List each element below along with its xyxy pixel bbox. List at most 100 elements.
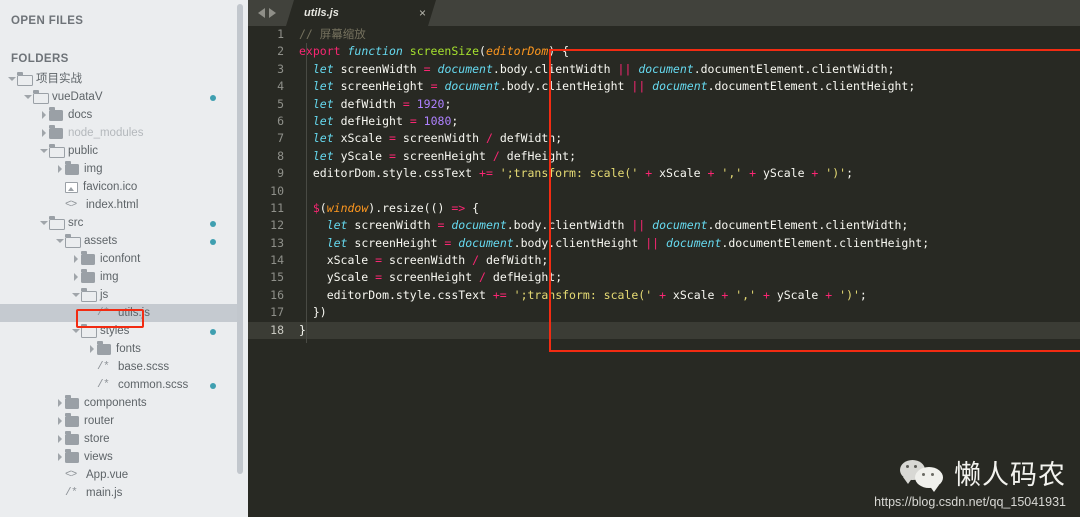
- code-editor-pane: utils.js × 1 // 屏幕缩放 2 export function scre…: [248, 0, 1080, 517]
- line-number: 10: [270, 183, 284, 198]
- code-line[interactable]: 16 editorDom.style.cssText += ';transfor…: [248, 287, 1080, 304]
- code-line[interactable]: 9 editorDom.style.cssText += ';transform…: [248, 165, 1080, 182]
- tree-item[interactable]: /* base.scss: [0, 358, 238, 376]
- chevron-right-icon[interactable]: [56, 412, 65, 430]
- tree-item-label: img: [84, 163, 103, 175]
- tree-item[interactable]: store: [0, 430, 238, 448]
- code-line-text: editorDom.style.cssText += ';transform: …: [299, 287, 867, 302]
- chevron-right-icon[interactable]: [72, 250, 81, 268]
- line-number: 15: [270, 270, 284, 285]
- chevron-right-icon[interactable]: [40, 124, 49, 142]
- code-line[interactable]: 17 }): [248, 304, 1080, 321]
- chevron-right-icon[interactable]: [56, 394, 65, 412]
- tree-item[interactable]: /* utils.js: [0, 304, 238, 322]
- tree-item[interactable]: favicon.ico: [0, 178, 238, 196]
- chevron-down-icon[interactable]: [24, 88, 33, 106]
- folder-open-icon: [17, 71, 33, 86]
- arrow-left-icon[interactable]: [258, 8, 265, 18]
- code-line[interactable]: 8 let yScale = screenHeight / defHeight;: [248, 148, 1080, 165]
- tree-item[interactable]: assets: [0, 232, 238, 250]
- line-number: 4: [277, 79, 284, 94]
- tab-nav-arrows[interactable]: [248, 0, 286, 26]
- code-line-text: let xScale = screenWidth / defWidth;: [312, 131, 563, 146]
- chevron-down-icon[interactable]: [40, 142, 49, 160]
- tree-item[interactable]: vueDataV: [0, 88, 238, 106]
- folder-open-icon: [49, 143, 65, 158]
- arrow-right-icon[interactable]: [269, 8, 276, 18]
- tree-item[interactable]: src: [0, 214, 238, 232]
- code-line-text: $(window).resize(() => {: [312, 200, 480, 215]
- tree-item[interactable]: docs: [0, 106, 238, 124]
- tree-item-label: main.js: [86, 487, 123, 499]
- no-chevron: [56, 178, 65, 196]
- chevron-down-icon[interactable]: [72, 322, 81, 340]
- tree-item[interactable]: img: [0, 268, 238, 286]
- chevron-down-icon[interactable]: [72, 286, 81, 304]
- code-line[interactable]: 18}: [248, 321, 1080, 340]
- tree-item[interactable]: node_modules: [0, 124, 238, 142]
- code-line[interactable]: 7 let xScale = screenWidth / defWidth;: [248, 130, 1080, 147]
- tree-item[interactable]: styles: [0, 322, 238, 340]
- code-line[interactable]: 10: [248, 183, 1080, 200]
- code-line-text: let screenHeight = document.body.clientH…: [312, 79, 916, 94]
- chevron-right-icon[interactable]: [40, 106, 49, 124]
- code-line-text: let screenWidth = document.body.clientWi…: [326, 218, 909, 233]
- tree-item[interactable]: <> index.html: [0, 196, 238, 214]
- code-line[interactable]: 11 $(window).resize(() => {: [248, 200, 1080, 217]
- chevron-down-icon[interactable]: [56, 232, 65, 250]
- chevron-right-icon[interactable]: [72, 268, 81, 286]
- chevron-right-icon[interactable]: [56, 430, 65, 448]
- no-chevron: [88, 304, 97, 322]
- tree-item[interactable]: img: [0, 160, 238, 178]
- code-line[interactable]: 13 let screenHeight = document.body.clie…: [248, 235, 1080, 252]
- tree-item[interactable]: fonts: [0, 340, 238, 358]
- chevron-right-icon[interactable]: [88, 340, 97, 358]
- code-line[interactable]: 4 let screenHeight = document.body.clien…: [248, 78, 1080, 95]
- tree-item[interactable]: /* main.js: [0, 484, 238, 502]
- js-file-icon: /*: [65, 487, 78, 499]
- file-sidebar: OPEN FILES FOLDERS 项目实战 vueDataV docs node_…: [0, 0, 248, 517]
- modified-dot-icon: [210, 94, 216, 101]
- close-icon[interactable]: ×: [377, 7, 426, 19]
- sidebar-scrollbar[interactable]: [237, 4, 243, 474]
- open-files-header: OPEN FILES: [11, 15, 84, 27]
- tree-item[interactable]: 项目实战: [0, 70, 238, 88]
- chevron-right-icon[interactable]: [56, 448, 65, 466]
- tree-item[interactable]: iconfont: [0, 250, 238, 268]
- folder-open-icon: [49, 215, 65, 230]
- line-number: 17: [270, 305, 284, 320]
- chevron-down-icon[interactable]: [8, 70, 17, 88]
- code-line[interactable]: 5 let defWidth = 1920;: [248, 96, 1080, 113]
- folder-closed-icon: [65, 395, 79, 409]
- html-file-icon: <>: [65, 469, 77, 481]
- tree-item-label: iconfont: [100, 253, 141, 265]
- code-content[interactable]: 1 // 屏幕缩放 2 export function screenSize(edit…: [248, 26, 1080, 517]
- tree-item[interactable]: /* common.scss: [0, 376, 238, 394]
- tree-item[interactable]: <> App.vue: [0, 466, 238, 484]
- tree-item[interactable]: router: [0, 412, 238, 430]
- code-line[interactable]: 15 yScale = screenHeight / defHeight;: [248, 269, 1080, 286]
- code-line-text: export function screenSize(editorDom) {: [299, 44, 570, 59]
- line-number: 8: [277, 148, 284, 163]
- folder-closed-icon: [65, 413, 79, 427]
- tree-item[interactable]: public: [0, 142, 238, 160]
- code-line[interactable]: 2 export function screenSize(editorDom) {: [248, 43, 1080, 60]
- tree-item[interactable]: views: [0, 448, 238, 466]
- tree-item-label: index.html: [86, 199, 139, 211]
- chevron-down-icon[interactable]: [40, 214, 49, 232]
- code-line[interactable]: 6 let defHeight = 1080;: [248, 113, 1080, 130]
- tree-item[interactable]: components: [0, 394, 238, 412]
- chevron-right-icon[interactable]: [56, 160, 65, 178]
- code-line[interactable]: 3 let screenWidth = document.body.client…: [248, 61, 1080, 78]
- code-line[interactable]: 12 let screenWidth = document.body.clien…: [248, 217, 1080, 234]
- code-line[interactable]: 1 // 屏幕缩放: [248, 26, 1080, 43]
- tree-item-label: styles: [100, 325, 130, 337]
- folder-closed-icon: [65, 431, 79, 445]
- tab-label: utils.js: [304, 7, 339, 19]
- code-line-text: let defHeight = 1080;: [312, 113, 459, 128]
- tree-item[interactable]: js: [0, 286, 238, 304]
- code-line[interactable]: 14 xScale = screenWidth / defWidth;: [248, 252, 1080, 269]
- tree-item-label: utils.js: [118, 307, 150, 319]
- code-line-text: editorDom.style.cssText += ';transform: …: [299, 166, 853, 181]
- tab-utils-js[interactable]: utils.js ×: [286, 0, 436, 26]
